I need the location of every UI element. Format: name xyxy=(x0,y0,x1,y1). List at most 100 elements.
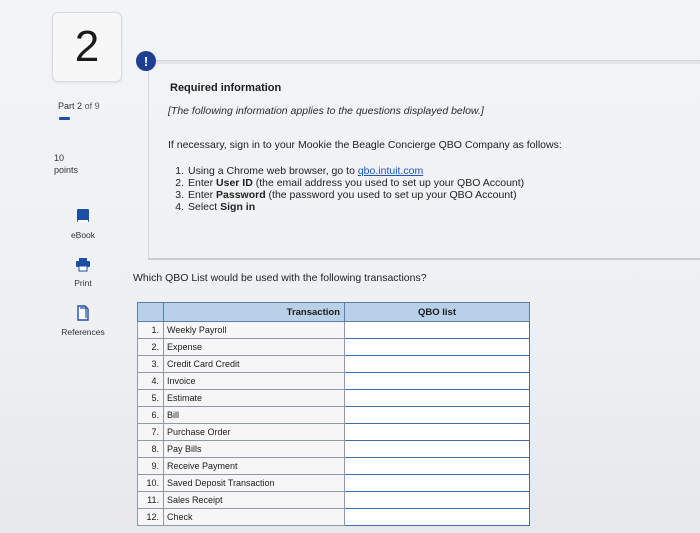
row-number: 1. xyxy=(137,321,164,339)
row-number: 8. xyxy=(137,440,164,458)
step-item: 1. Using a Chrome web browser, go to qbo.… xyxy=(168,165,524,177)
transaction-cell: Credit Card Credit xyxy=(163,355,345,373)
transaction-cell: Pay Bills xyxy=(163,440,345,458)
table-row: 6. Bill xyxy=(137,406,530,424)
step-item: 3. Enter Password (the password you used … xyxy=(168,189,524,201)
transaction-cell: Check xyxy=(163,508,345,526)
step-text: Enter xyxy=(188,189,217,201)
step-number: 1. xyxy=(175,165,184,177)
step-bold: Sign in xyxy=(220,201,256,213)
required-info-subtitle: [The following information applies to th… xyxy=(168,105,484,117)
table-row: 3. Credit Card Credit xyxy=(137,355,530,373)
qbo-list-input[interactable] xyxy=(345,425,529,439)
references-label: References xyxy=(61,327,105,337)
question-number: 2 xyxy=(74,22,100,71)
qbo-list-input[interactable] xyxy=(345,510,529,524)
qbo-list-cell[interactable] xyxy=(344,321,530,339)
qbo-list-cell[interactable] xyxy=(344,474,530,492)
ebook-label: eBook xyxy=(70,230,96,240)
step-text: Using a Chrome web browser, go to xyxy=(188,165,358,177)
table-row: 10. Saved Deposit Transaction xyxy=(137,474,530,492)
table-header-row: Transaction QBO list xyxy=(137,302,530,322)
qbo-list-cell[interactable] xyxy=(344,423,530,441)
row-number: 12. xyxy=(137,508,164,526)
transaction-table: Transaction QBO list 1. Weekly Payroll 2. E… xyxy=(137,302,530,526)
row-number: 3. xyxy=(137,355,164,373)
step-bold: User ID xyxy=(216,177,253,189)
book-icon xyxy=(77,209,89,222)
qbo-list-cell[interactable] xyxy=(344,389,530,407)
qbo-link[interactable]: qbo.intuit.com xyxy=(358,165,423,177)
transaction-cell: Saved Deposit Transaction xyxy=(163,474,345,492)
step-item: 4. Select Sign in xyxy=(168,201,524,213)
ebook-button[interactable]: eBook xyxy=(54,208,112,240)
transaction-cell: Invoice xyxy=(163,372,345,390)
table-row: 2. Expense xyxy=(137,338,530,356)
qbo-list-cell[interactable] xyxy=(344,355,530,373)
part-of: of xyxy=(84,101,93,111)
qbo-list-input[interactable] xyxy=(345,391,529,405)
qbo-list-input[interactable] xyxy=(345,459,529,473)
transaction-cell: Expense xyxy=(163,338,345,356)
info-box-left-border xyxy=(148,60,149,260)
table-row: 12. Check xyxy=(137,508,530,526)
table-row: 11. Sales Receipt xyxy=(137,491,530,509)
part-word: Part xyxy=(58,101,75,111)
qbo-list-input[interactable] xyxy=(345,476,529,490)
qbo-list-input[interactable] xyxy=(345,408,529,422)
header-transaction: Transaction xyxy=(163,302,345,322)
sign-in-instructions: If necessary, sign in to your Mookie the… xyxy=(168,139,562,151)
step-number: 4. xyxy=(175,201,184,213)
table-row: 1. Weekly Payroll xyxy=(137,321,530,339)
table-row: 9. Receive Payment xyxy=(137,457,530,475)
row-number: 9. xyxy=(137,457,164,475)
document-icon xyxy=(77,305,89,321)
step-text-after: (the password you used to set up your QB… xyxy=(265,189,517,201)
step-text-after: (the email address you used to set up yo… xyxy=(252,177,525,189)
step-text: Select xyxy=(188,201,221,213)
qbo-list-cell[interactable] xyxy=(344,406,530,424)
points-box: 10 points xyxy=(54,152,78,176)
table-row: 8. Pay Bills xyxy=(137,440,530,458)
qbo-list-input[interactable] xyxy=(345,357,529,371)
row-number: 5. xyxy=(137,389,164,407)
header-number xyxy=(137,302,164,322)
row-number: 7. xyxy=(137,423,164,441)
info-box-bottom-border xyxy=(148,258,700,260)
info-box-shadow xyxy=(148,61,700,64)
qbo-list-input[interactable] xyxy=(345,323,529,337)
qbo-list-cell[interactable] xyxy=(344,440,530,458)
assignment-page: 2 Part 2 of 9 10 points eBook Print Refe… xyxy=(0,0,700,533)
transaction-cell: Weekly Payroll xyxy=(163,321,345,339)
transaction-cell: Sales Receipt xyxy=(163,491,345,509)
qbo-list-input[interactable] xyxy=(345,442,529,456)
required-info-title: Required information xyxy=(170,82,282,94)
row-number: 2. xyxy=(137,338,164,356)
print-button[interactable]: Print xyxy=(54,258,112,288)
qbo-list-cell[interactable] xyxy=(344,372,530,390)
references-button[interactable]: References xyxy=(54,305,112,337)
qbo-list-cell[interactable] xyxy=(344,457,530,475)
table-row: 5. Estimate xyxy=(137,389,530,407)
qbo-list-cell[interactable] xyxy=(344,338,530,356)
transaction-cell: Bill xyxy=(163,406,345,424)
table-row: 4. Invoice xyxy=(137,372,530,390)
step-bold: Password xyxy=(216,189,266,201)
qbo-list-input[interactable] xyxy=(345,374,529,388)
printer-icon xyxy=(76,258,90,272)
part-current: 2 xyxy=(77,101,83,111)
row-number: 6. xyxy=(137,406,164,424)
qbo-list-cell[interactable] xyxy=(344,508,530,526)
qbo-list-input[interactable] xyxy=(345,340,529,354)
transaction-cell: Estimate xyxy=(163,389,345,407)
qbo-list-cell[interactable] xyxy=(344,491,530,509)
points-value: 10 xyxy=(54,153,65,163)
step-number: 2. xyxy=(175,177,184,189)
step-number: 3. xyxy=(175,189,184,201)
qbo-list-input[interactable] xyxy=(345,493,529,507)
transaction-cell: Purchase Order xyxy=(163,423,345,441)
part-indicator: Part 2 of 9 xyxy=(58,101,100,111)
header-qbo-list: QBO list xyxy=(344,302,530,322)
points-label: points xyxy=(54,165,79,175)
table-body: 1. Weekly Payroll 2. Expense 3. Credit Card C… xyxy=(137,321,530,526)
